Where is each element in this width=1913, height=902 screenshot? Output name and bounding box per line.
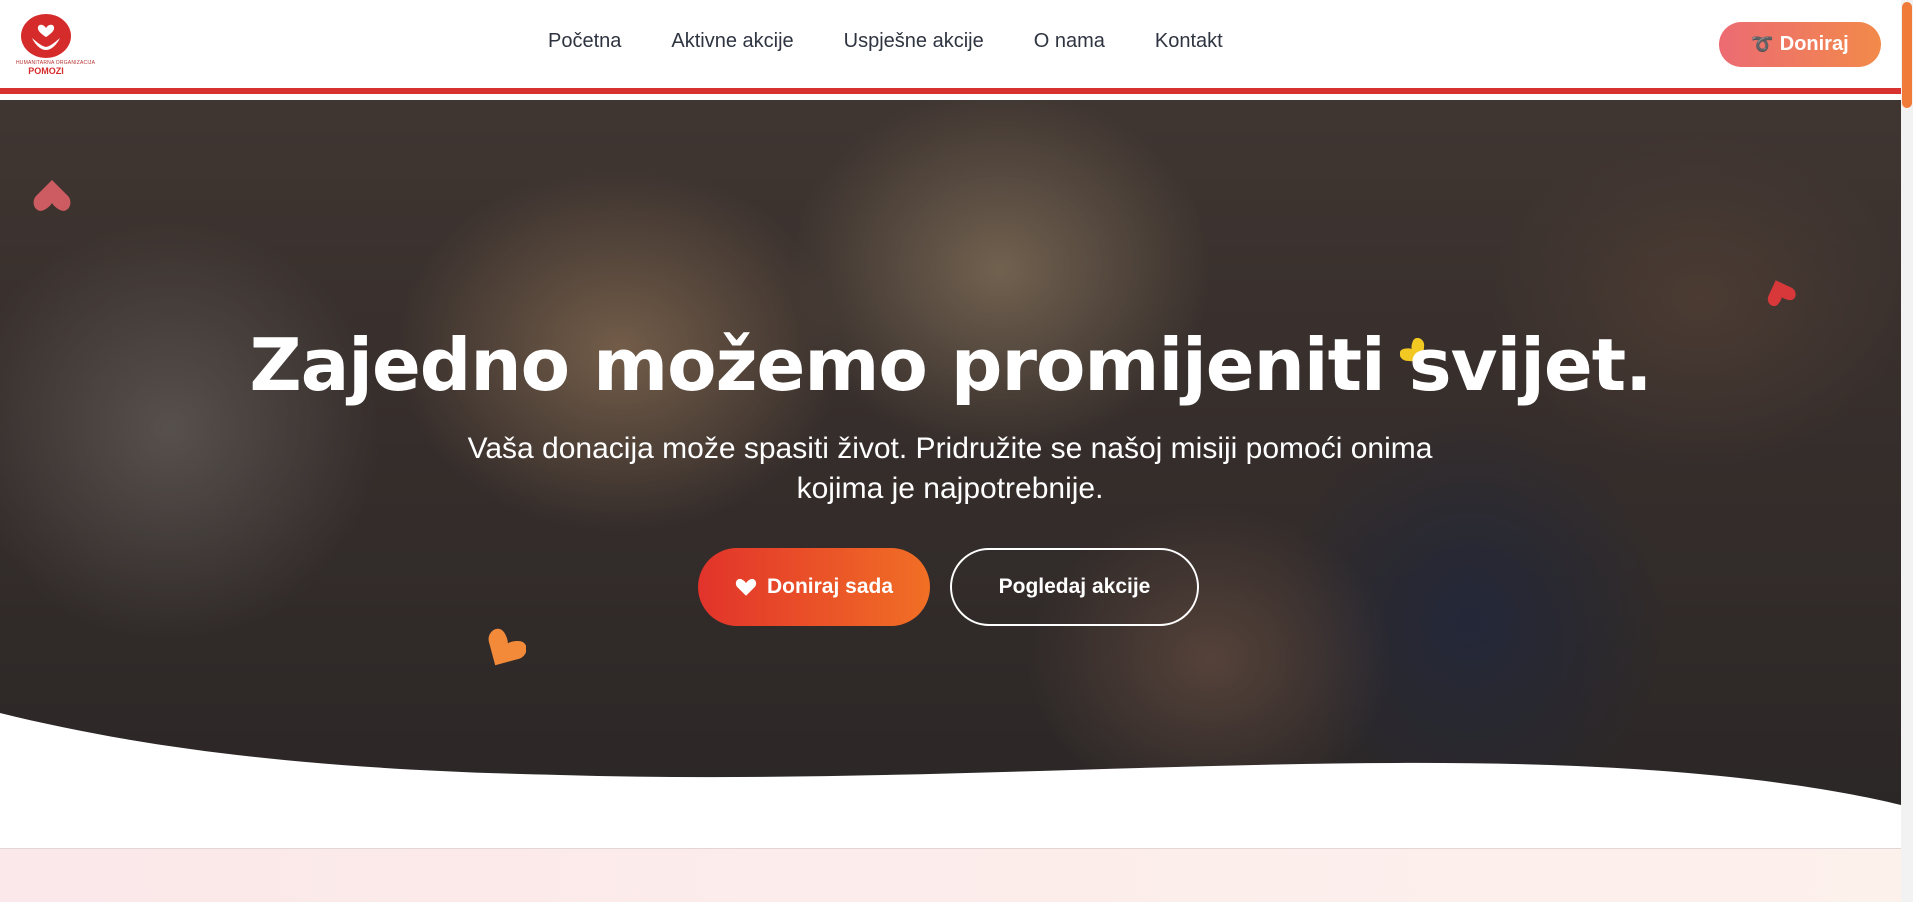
main-nav: Početna Aktivne akcije Uspješne akcije O…: [548, 30, 1223, 53]
hero-wave-divider: [0, 713, 1901, 805]
nav-item-kontakt[interactable]: Kontakt: [1155, 30, 1223, 53]
ribbon-icon: ➰: [1751, 34, 1774, 54]
floating-heart-icon: [488, 628, 526, 666]
donate-now-button[interactable]: Doniraj sada: [698, 548, 930, 626]
next-section: [0, 848, 1901, 902]
logo-name: POMOZI: [28, 66, 64, 76]
site-header: HUMANITARNA ORGANIZACIJA POMOZI Početna …: [0, 0, 1901, 94]
logo-hands-icon: [21, 14, 71, 58]
donate-now-label: Doniraj sada: [766, 575, 894, 598]
nav-item-o-nama[interactable]: O nama: [1034, 30, 1105, 53]
header-donate-label: Doniraj: [1779, 33, 1849, 55]
hero-section: Zajedno možemo promijeniti svijet. Vaša …: [0, 100, 1901, 805]
page-scrollbar[interactable]: [1901, 0, 1913, 902]
nav-item-aktivne-akcije[interactable]: Aktivne akcije: [671, 30, 793, 53]
floating-heart-icon: [1767, 280, 1796, 306]
nav-item-uspjesne-akcije[interactable]: Uspješne akcije: [844, 30, 984, 53]
nav-item-pocetna[interactable]: Početna: [548, 30, 621, 53]
heart-icon: [735, 578, 757, 596]
header-donate-button[interactable]: ➰ Doniraj: [1719, 22, 1881, 67]
hero-subtitle: Vaša donacija može spasiti život. Pridru…: [467, 432, 1433, 505]
view-campaigns-button[interactable]: Pogledaj akcije: [950, 548, 1199, 626]
logo[interactable]: HUMANITARNA ORGANIZACIJA POMOZI: [16, 14, 95, 76]
scrollbar-thumb[interactable]: [1902, 2, 1912, 108]
hero-title: Zajedno možemo promijeniti svijet.: [249, 323, 1653, 407]
view-campaigns-label: Pogledaj akcije: [998, 575, 1151, 598]
floating-heart-icon: [33, 180, 71, 211]
